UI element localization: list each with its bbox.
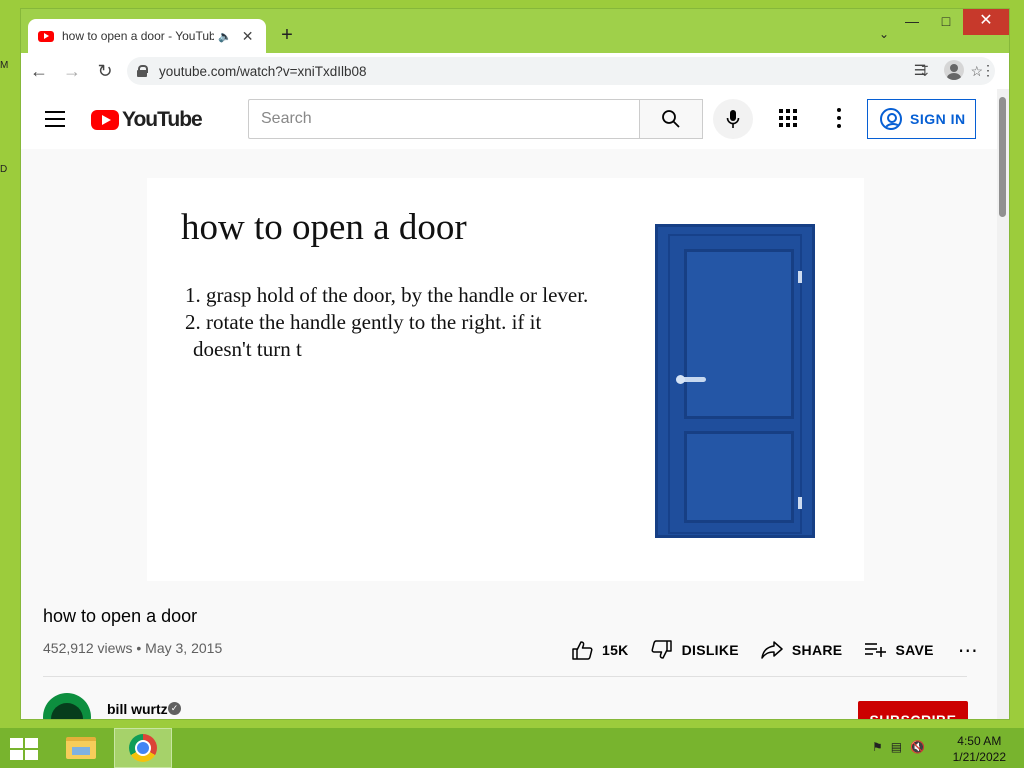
hamburger-menu-icon[interactable]	[45, 111, 65, 127]
tab-strip: how to open a door - YouTube 🔈 ✕ + ⌄ — □…	[21, 9, 1009, 53]
chrome-taskbar-button[interactable]	[114, 728, 172, 768]
youtube-wordmark: YouTube	[122, 108, 203, 131]
like-count: 15K	[602, 642, 629, 658]
search-button[interactable]	[639, 99, 703, 139]
maximize-button[interactable]: □	[929, 9, 963, 35]
system-tray: ⚑ ▤ 🔇	[872, 740, 925, 754]
tab-title: how to open a door - YouTube	[62, 29, 214, 43]
lock-icon[interactable]	[137, 65, 148, 77]
close-window-button[interactable]: ✕	[963, 9, 1009, 35]
video-meta: 452,912 views • May 3, 2015	[43, 640, 223, 656]
windows-start-icon[interactable]	[10, 738, 38, 760]
video-step: 2. rotate the handle gently to the right…	[185, 310, 542, 334]
profile-avatar-icon	[944, 60, 964, 80]
folder-icon	[66, 737, 96, 759]
taskbar: ⚑ ▤ 🔇 4:50 AM 1/21/2022	[0, 728, 1024, 768]
video-step: doesn't turn t	[193, 337, 302, 361]
network-icon[interactable]: ▤	[891, 740, 902, 754]
like-button[interactable]: 15K	[571, 640, 629, 660]
youtube-header: YouTube SIGN IN	[21, 89, 997, 149]
thumbs-down-icon	[651, 640, 672, 659]
browser-menu-area: ☰ ⋮	[907, 57, 1001, 83]
youtube-logo[interactable]: YouTube	[91, 108, 203, 132]
audio-playing-icon[interactable]: 🔈	[218, 30, 232, 43]
video-title: how to open a door	[43, 606, 198, 626]
video-player[interactable]: how to open a door 1. grasp hold of the …	[147, 178, 864, 581]
door-handle	[676, 375, 706, 384]
address-bar[interactable]: youtube.com/watch?v=xniTxdIlb08 ↧ ↗ ☆	[127, 57, 995, 85]
divider	[43, 676, 967, 677]
browser-menu-icon[interactable]: ⋮	[975, 57, 1001, 83]
browser-tab[interactable]: how to open a door - YouTube 🔈 ✕	[28, 19, 266, 53]
window-controls: — □ ✕	[895, 9, 1009, 35]
desktop-icon-fragment[interactable]: D	[0, 164, 12, 178]
sign-in-label: SIGN IN	[910, 111, 966, 127]
settings-more-icon[interactable]	[837, 108, 841, 128]
youtube-play-icon	[91, 110, 119, 130]
url-text[interactable]: youtube.com/watch?v=xniTxdIlb08	[159, 64, 367, 79]
close-tab-icon[interactable]: ✕	[242, 28, 254, 45]
search-icon	[662, 110, 680, 128]
youtube-favicon-icon	[38, 30, 54, 42]
tab-search-chevron-icon[interactable]: ⌄	[879, 27, 889, 41]
media-control-icon[interactable]: ☰	[907, 57, 933, 83]
save-button[interactable]: SAVE	[864, 641, 933, 659]
save-label: SAVE	[895, 642, 934, 658]
channel-avatar[interactable]	[43, 693, 91, 719]
video-step: 1. grasp hold of the door, by the handle…	[185, 283, 589, 307]
volume-muted-icon[interactable]: 🔇	[910, 740, 925, 754]
dislike-button[interactable]: DISLIKE	[651, 640, 739, 660]
video-slide-title: how to open a door	[181, 207, 467, 248]
channel-name[interactable]: bill wurtz	[107, 701, 168, 717]
page-scrollbar[interactable]	[997, 89, 1009, 719]
share-arrow-icon	[761, 641, 783, 659]
apps-grid-icon[interactable]	[779, 109, 797, 127]
minimize-button[interactable]: —	[895, 9, 929, 35]
verified-check-icon: ✓	[168, 702, 181, 715]
clock-time: 4:50 AM	[957, 734, 1002, 748]
chrome-icon	[129, 734, 157, 762]
video-slide-steps: 1. grasp hold of the door, by the handle…	[185, 282, 588, 363]
sign-in-button[interactable]: SIGN IN	[867, 99, 976, 139]
search-input[interactable]	[248, 99, 640, 139]
account-icon	[880, 108, 902, 130]
dislike-label: DISLIKE	[681, 642, 739, 658]
desktop-icon-fragment[interactable]: M	[0, 60, 12, 74]
action-center-flag-icon[interactable]: ⚑	[872, 740, 883, 754]
door-illustration	[655, 224, 815, 538]
new-tab-button[interactable]: +	[277, 25, 297, 45]
youtube-page: YouTube SIGN IN how to open a door 1. gr…	[21, 89, 1009, 719]
thumbs-up-icon	[572, 641, 593, 660]
profile-button[interactable]	[941, 57, 967, 83]
clock-date: 1/21/2022	[952, 750, 1006, 764]
system-clock[interactable]: 4:50 AM 1/21/2022	[953, 733, 1006, 765]
share-button[interactable]: SHARE	[761, 640, 843, 660]
microphone-icon	[726, 110, 740, 128]
subscribe-button[interactable]: SUBSCRIBE	[858, 701, 968, 719]
reload-button[interactable]: ↻	[90, 56, 120, 86]
add-to-playlist-icon	[865, 643, 887, 657]
back-button[interactable]: ←	[24, 56, 54, 86]
browser-window: how to open a door - YouTube 🔈 ✕ + ⌄ — □…	[20, 8, 1010, 720]
share-label: SHARE	[791, 642, 843, 658]
file-explorer-button[interactable]	[58, 730, 104, 766]
scrollbar-thumb[interactable]	[999, 97, 1006, 217]
video-actions: 15K DISLIKE SHARE SAVE ⋯	[571, 635, 979, 665]
more-actions-icon[interactable]: ⋯	[958, 638, 979, 663]
browser-toolbar: ← → ↻ youtube.com/watch?v=xniTxdIlb08 ↧ …	[21, 53, 1009, 89]
voice-search-button[interactable]	[713, 99, 753, 139]
forward-button[interactable]: →	[57, 56, 87, 86]
